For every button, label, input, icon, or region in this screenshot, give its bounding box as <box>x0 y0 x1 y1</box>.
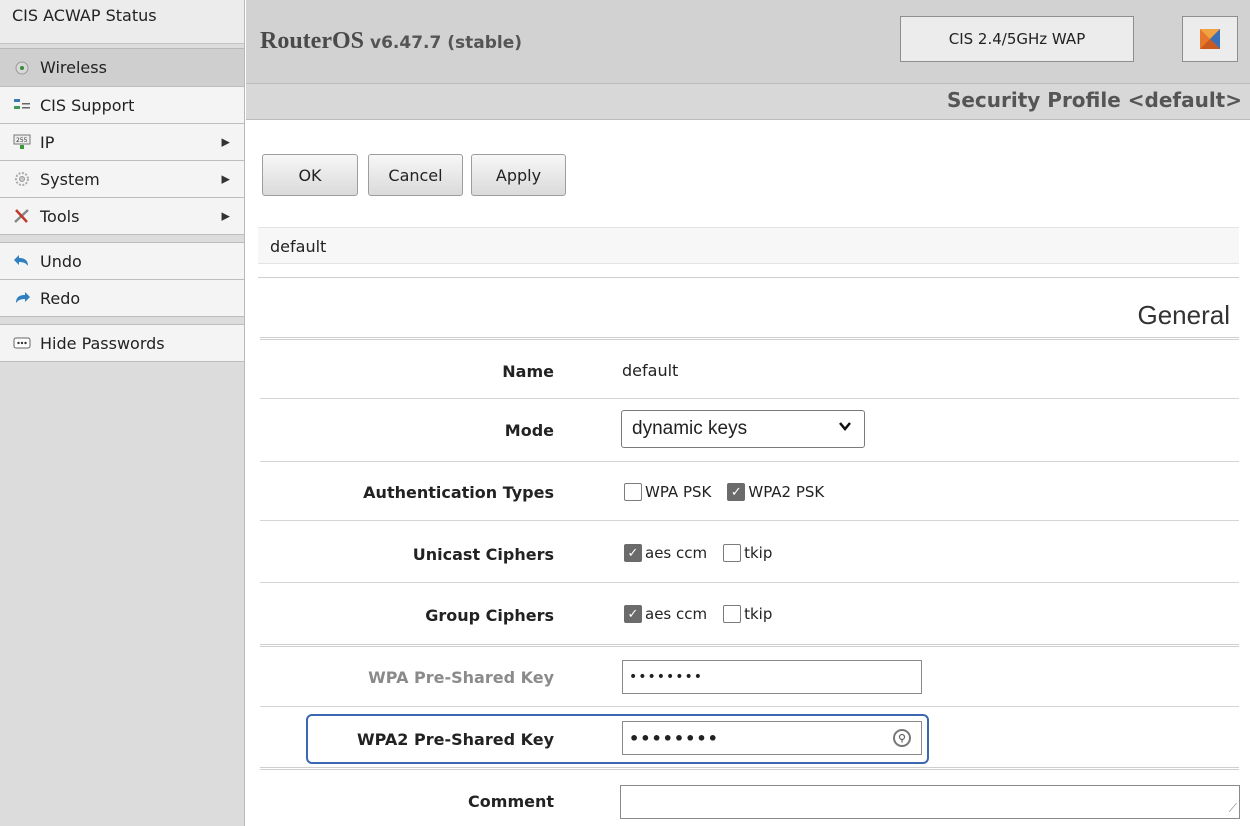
dots-icon <box>12 335 32 351</box>
sidebar-item-tools[interactable]: Tools ▶ <box>0 198 244 235</box>
logo-icon <box>1200 29 1220 49</box>
divider <box>258 277 1239 278</box>
logo-button[interactable] <box>1182 16 1238 62</box>
sidebar-item-label: Redo <box>40 288 81 308</box>
mode-label: Mode <box>504 421 554 440</box>
unicast-aes-ccm-label: aes ccm <box>645 544 708 562</box>
divider <box>260 582 1239 583</box>
name-value: default <box>622 361 679 380</box>
undo-icon <box>12 253 32 269</box>
support-icon <box>12 97 32 113</box>
ip-icon: 255 <box>12 134 32 150</box>
wpa-psk-checkbox[interactable] <box>624 483 642 501</box>
divider <box>260 644 1239 647</box>
sidebar-item-label: Tools <box>40 206 80 226</box>
section-title: General <box>1137 300 1231 330</box>
unicast-aes-ccm-checkbox[interactable]: ✓ <box>624 544 642 562</box>
divider <box>260 398 1239 399</box>
sidebar-item-label: CIS Support <box>40 95 135 115</box>
mode-select[interactable]: dynamic keys <box>621 410 865 448</box>
wpa-psk-input[interactable]: •••••••• <box>622 660 922 694</box>
group-ciphers-group: ✓ aes ccm tkip <box>624 605 788 623</box>
group-aes-ccm-label: aes ccm <box>645 605 708 623</box>
wpa2-psk-field-label: WPA2 Pre-Shared Key <box>357 730 554 749</box>
group-tkip-label: tkip <box>744 605 773 623</box>
sidebar-item-label: Undo <box>40 251 82 271</box>
unicast-ciphers-group: ✓ aes ccm tkip <box>624 544 788 562</box>
sidebar-item-undo[interactable]: Undo <box>0 243 244 280</box>
wpa2-psk-label: WPA2 PSK <box>748 483 825 501</box>
submenu-arrow-icon: ▶ <box>221 135 230 149</box>
submenu-arrow-icon: ▶ <box>221 172 230 186</box>
wpa2-psk-checkbox[interactable]: ✓ <box>727 483 746 501</box>
gear-icon <box>12 171 32 187</box>
product-title: RouterOS v6.47.7 (stable) <box>260 28 522 55</box>
wpa2-psk-value: •••••••• <box>629 728 719 748</box>
sidebar-item-ip[interactable]: 255 IP ▶ <box>0 124 244 161</box>
resize-grip-icon[interactable]: ⟋ <box>1229 801 1237 816</box>
sidebar: CIS ACWAP Status Wireless CIS Support 25… <box>0 0 245 826</box>
sidebar-item-hide-passwords[interactable]: Hide Passwords <box>0 325 244 362</box>
product-version: v6.47.7 (stable) <box>370 33 523 53</box>
redo-icon <box>12 290 32 306</box>
wpa-psk-label: WPA PSK <box>645 483 712 501</box>
group-aes-ccm-checkbox[interactable]: ✓ <box>624 605 642 623</box>
chevron-down-icon <box>838 419 852 436</box>
unicast-tkip-checkbox[interactable] <box>723 544 742 562</box>
tools-icon <box>12 208 32 224</box>
group-ciphers-label: Group Ciphers <box>425 606 554 625</box>
name-label: Name <box>502 362 554 381</box>
divider <box>260 706 1239 707</box>
divider <box>260 767 1239 770</box>
svg-text:255: 255 <box>16 137 28 144</box>
show-password-icon[interactable] <box>893 729 911 747</box>
auth-types-label: Authentication Types <box>363 483 554 502</box>
sidebar-item-label: Wireless <box>40 58 107 77</box>
device-name-button[interactable]: CIS 2.4/5GHz WAP <box>900 16 1134 62</box>
unicast-ciphers-label: Unicast Ciphers <box>412 545 554 564</box>
sidebar-item-cis-support[interactable]: CIS Support <box>0 87 244 124</box>
comment-label: Comment <box>468 792 554 811</box>
comment-textarea[interactable]: ⟋ <box>620 785 1240 819</box>
wireless-icon <box>12 60 32 76</box>
auth-types-group: WPA PSK ✓ WPA2 PSK <box>624 483 840 501</box>
page-title: Security Profile <default> <box>946 88 1242 112</box>
divider <box>260 337 1239 340</box>
sidebar-item-label: Hide Passwords <box>40 333 165 353</box>
wpa2-psk-input[interactable]: •••••••• <box>622 721 922 755</box>
sidebar-item-label: IP <box>40 132 55 152</box>
product-name: RouterOS <box>260 28 364 54</box>
apply-button[interactable]: Apply <box>471 154 566 196</box>
submenu-arrow-icon: ▶ <box>221 209 230 223</box>
divider <box>260 461 1239 462</box>
sidebar-item-system[interactable]: System ▶ <box>0 161 244 198</box>
unicast-tkip-label: tkip <box>744 544 773 562</box>
sidebar-item-redo[interactable]: Redo <box>0 280 244 317</box>
divider <box>260 520 1239 521</box>
sidebar-title[interactable]: CIS ACWAP Status <box>0 0 244 44</box>
wpa-psk-field-label: WPA Pre-Shared Key <box>368 668 554 687</box>
cancel-button[interactable]: Cancel <box>368 154 463 196</box>
group-tkip-checkbox[interactable] <box>723 605 742 623</box>
profile-name-bar: default <box>258 227 1239 264</box>
sidebar-item-label: System <box>40 169 100 189</box>
mode-select-value: dynamic keys <box>632 418 748 439</box>
sidebar-divider <box>0 235 244 243</box>
sidebar-item-wireless[interactable]: Wireless <box>0 48 244 87</box>
page-title-bar: Security Profile <default> <box>246 84 1250 120</box>
ok-button[interactable]: OK <box>262 154 358 196</box>
sidebar-divider <box>0 317 244 325</box>
header: RouterOS v6.47.7 (stable) CIS 2.4/5GHz W… <box>246 0 1250 84</box>
